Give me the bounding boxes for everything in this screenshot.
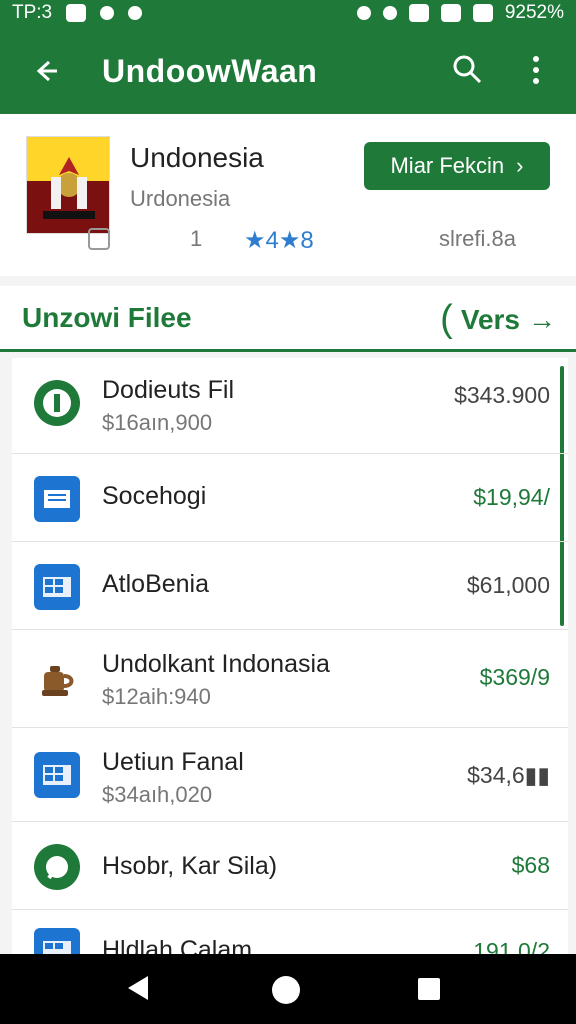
app-meta-row: 1 ★4★8 slrefi.8a	[0, 226, 576, 256]
wifi-icon	[408, 4, 429, 22]
versions-label: Vers	[460, 303, 520, 335]
green-chat-icon	[34, 844, 80, 890]
blue-grid-icon	[34, 928, 80, 954]
status-time: TP:3	[12, 2, 53, 23]
item-price: 191,0/2	[473, 938, 550, 954]
arrow-right-icon: →	[528, 303, 556, 335]
list-item[interactable]: Socehogi $19,94/	[12, 454, 568, 542]
item-price: $68	[511, 852, 550, 878]
signal-icon	[440, 4, 461, 22]
item-name: Uetiun Fanal	[102, 748, 244, 776]
item-name: Dodieuts Fil	[102, 376, 234, 404]
versions-link[interactable]: ( Vers →	[440, 298, 556, 341]
blue-document-icon	[34, 476, 80, 522]
meta-count: 1	[190, 226, 203, 251]
battery-percentage: 9252%	[504, 2, 564, 23]
item-name: Hldlah Calam	[102, 936, 253, 954]
vibrate-icon	[382, 6, 397, 20]
brown-kettle-icon	[34, 656, 80, 702]
notification-icon-2	[128, 6, 143, 20]
back-arrow-icon[interactable]	[24, 49, 68, 93]
comment-icon	[88, 228, 110, 250]
list-item[interactable]: Undolkant Indonasia $12aih:940 $369/9	[12, 630, 568, 728]
item-name: Hsobr, Kar Sila)	[102, 852, 278, 880]
item-subtitle: $34aıh,020	[102, 782, 213, 807]
list-item[interactable]: AtloBenia $61,000	[12, 542, 568, 630]
nav-recents-icon[interactable]	[418, 978, 440, 1000]
file-list[interactable]: Dodieuts Fil $16aın,900 $343.900 Socehog…	[12, 358, 568, 954]
nav-home-icon[interactable]	[272, 976, 300, 1004]
list-item[interactable]: Hsobr, Kar Sila) $68	[12, 822, 568, 910]
battery-icon	[472, 4, 493, 22]
flag-emblem-icon	[26, 136, 110, 234]
item-name: Socehogi	[102, 482, 207, 510]
chevron-right-icon: ›	[516, 153, 524, 178]
more-vert-icon[interactable]	[516, 48, 556, 92]
item-name: AtloBenia	[102, 570, 210, 598]
app-title: UndoowWaan	[102, 52, 318, 89]
meta-size: slrefi.8a	[438, 226, 516, 251]
green-phone-icon	[34, 380, 80, 426]
rating-text: ★4★8	[244, 227, 314, 254]
item-price: $343.900	[454, 382, 550, 408]
item-price: $369/9	[479, 664, 550, 690]
list-item[interactable]: Dodieuts Fil $16aın,900 $343.900	[12, 358, 568, 454]
item-price: $34,6▮▮	[467, 762, 550, 788]
section-title: Unzowi Filee	[22, 302, 192, 333]
item-name: Undolkant Indonasia	[102, 650, 330, 678]
image-icon	[66, 4, 87, 22]
bracket-icon: (	[440, 298, 453, 340]
item-price: $19,94/	[473, 484, 550, 510]
search-icon[interactable]	[446, 48, 490, 92]
notification-icon	[100, 6, 115, 20]
list-item[interactable]: Uetiun Fanal $34aıh,020 $34,6▮▮	[12, 728, 568, 822]
app-header-card: Undonesia Urdonesia Miar Fekcin › 1 ★4★8…	[0, 114, 576, 276]
item-subtitle: $16aın,900	[102, 410, 213, 435]
item-price: $61,000	[466, 572, 550, 598]
files-section-header: Unzowi Filee ( Vers →	[0, 286, 576, 352]
system-navigation-bar	[0, 954, 576, 1024]
primary-cta-button[interactable]: Miar Fekcin ›	[364, 142, 550, 190]
status-bar: TP:3 9252%	[0, 0, 576, 28]
item-subtitle: $12aih:940	[102, 684, 211, 709]
hero-title: Undonesia	[130, 142, 264, 173]
hero-subtitle: Urdonesia	[130, 186, 231, 211]
bluetooth-icon	[356, 6, 371, 20]
blue-grid-icon	[34, 564, 80, 610]
cta-label: Miar Fekcin	[390, 153, 505, 178]
app-bar: UndoowWaan	[0, 28, 576, 114]
top-bar: TP:3 9252% UndoowWaan	[0, 0, 576, 114]
nav-back-icon[interactable]	[128, 976, 148, 1000]
blue-grid-icon	[34, 752, 80, 798]
list-item[interactable]: Hldlah Calam 191,0/2	[12, 910, 568, 954]
